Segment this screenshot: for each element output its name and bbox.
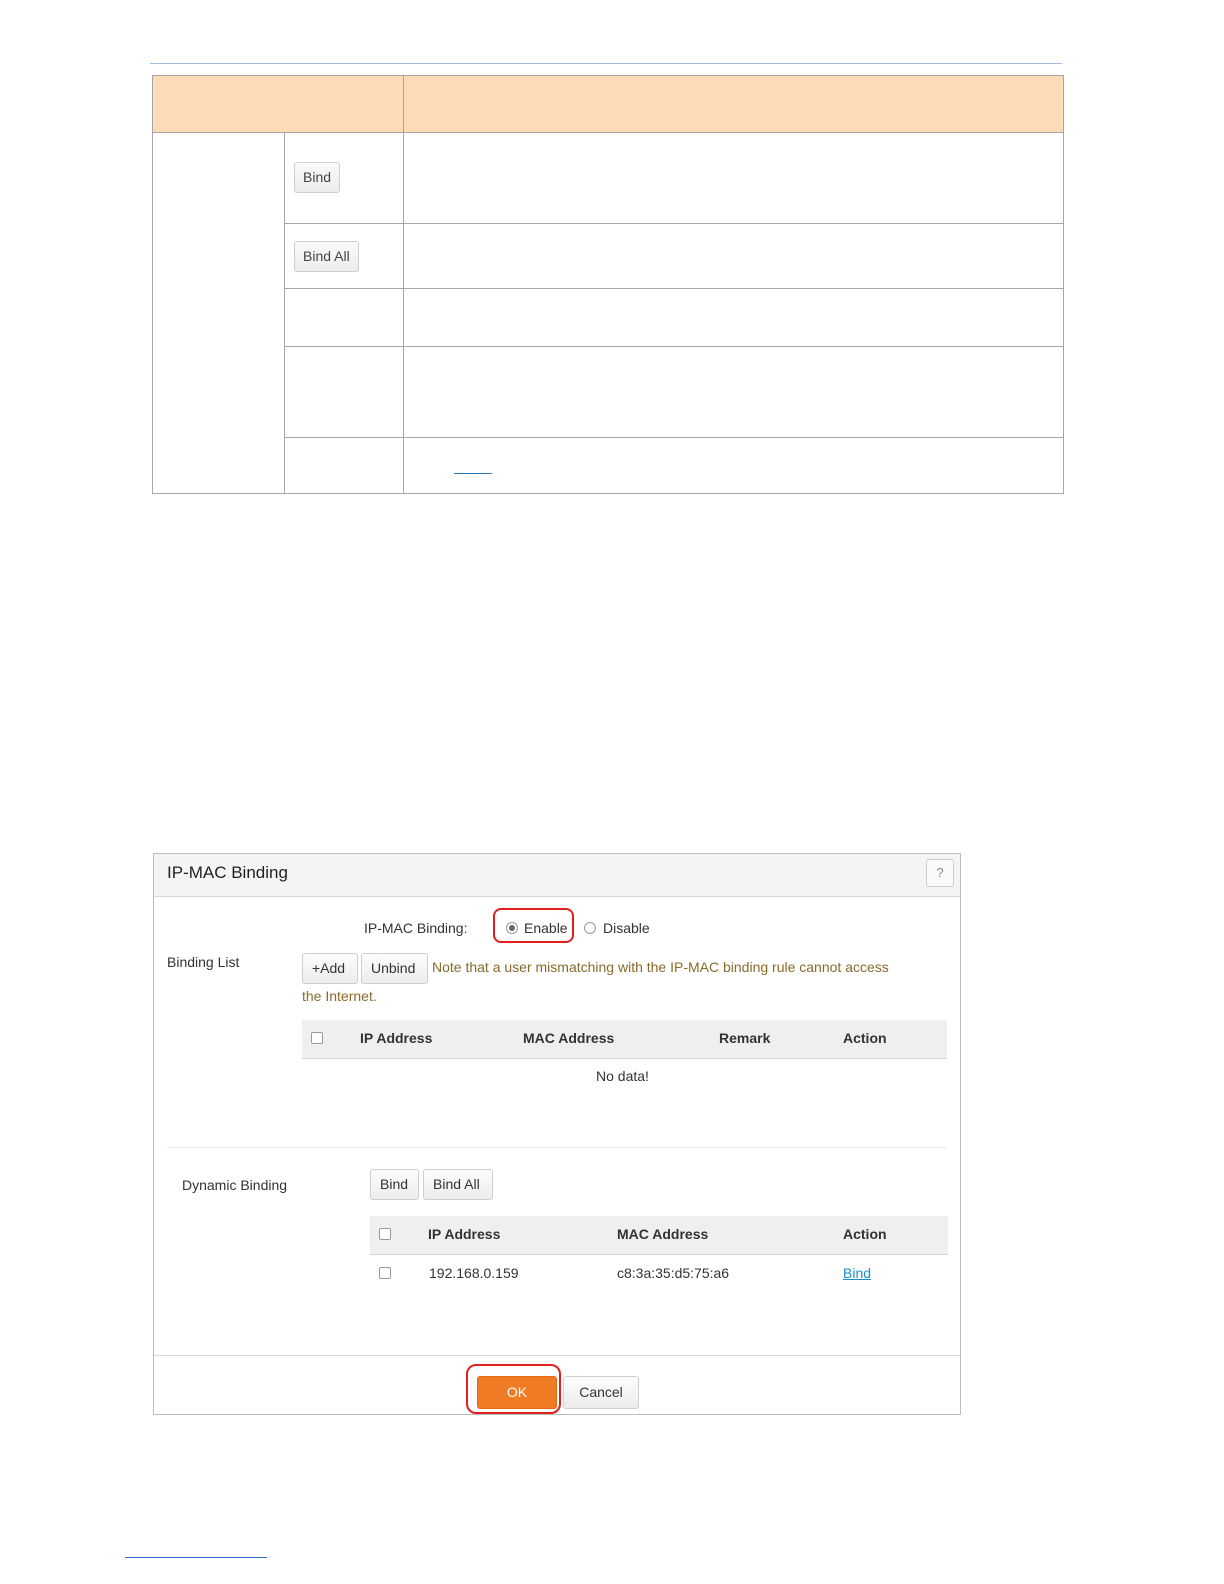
- enable-label: Enable: [524, 920, 568, 936]
- column-header: IP Address: [428, 1226, 501, 1242]
- row-divider: [284, 437, 1063, 438]
- column-header: MAC Address: [617, 1226, 709, 1242]
- column-header: Action: [843, 1030, 887, 1046]
- dynamic-table-header: IP Address MAC Address Action: [370, 1216, 948, 1255]
- footer-divider: [154, 1355, 960, 1356]
- binding-list-label: Binding List: [167, 954, 240, 970]
- row-divider: [284, 223, 1063, 224]
- select-all-checkbox[interactable]: [379, 1228, 391, 1240]
- select-all-checkbox[interactable]: [311, 1032, 323, 1044]
- bind-button[interactable]: Bind: [370, 1169, 419, 1200]
- link-underline: [454, 473, 492, 474]
- ok-button[interactable]: OK: [477, 1376, 557, 1409]
- ip-mac-binding-dialog: IP-MAC Binding ? IP-MAC Binding: Enable …: [153, 853, 961, 1415]
- empty-table-message: No data!: [596, 1068, 649, 1084]
- enable-radio[interactable]: [506, 922, 518, 934]
- add-button[interactable]: +Add: [302, 953, 358, 984]
- bind-all-button[interactable]: Bind All: [423, 1169, 493, 1200]
- unbind-button[interactable]: Unbind: [361, 953, 428, 984]
- page-top-rule: [150, 63, 1062, 64]
- help-button[interactable]: ?: [926, 859, 954, 887]
- dynamic-binding-label: Dynamic Binding: [182, 1177, 288, 1193]
- footer-link-underline: [125, 1557, 267, 1558]
- dialog-title: IP-MAC Binding: [167, 863, 288, 882]
- dialog-header: IP-MAC Binding ?: [154, 854, 960, 897]
- binding-list-table-header: IP Address MAC Address Remark Action: [302, 1020, 947, 1059]
- header-divider: [403, 76, 404, 133]
- column-header: IP Address: [360, 1030, 433, 1046]
- column-header: Action: [843, 1226, 887, 1242]
- row-bind-link[interactable]: Bind: [843, 1265, 871, 1281]
- disable-radio[interactable]: [584, 922, 596, 934]
- cancel-button[interactable]: Cancel: [563, 1376, 639, 1409]
- column-divider: [284, 133, 285, 494]
- description-table: Bind Bind All: [152, 75, 1064, 494]
- binding-note-line2: the Internet.: [302, 988, 377, 1004]
- section-divider: [167, 1147, 947, 1148]
- row-divider: [284, 288, 1063, 289]
- column-header: MAC Address: [523, 1030, 615, 1046]
- column-divider: [403, 133, 404, 494]
- doc-bind-button: Bind: [294, 162, 341, 193]
- row-ip-address: 192.168.0.159: [429, 1265, 519, 1281]
- ip-mac-binding-label: IP-MAC Binding:: [364, 920, 468, 936]
- row-checkbox[interactable]: [379, 1267, 391, 1279]
- doc-bind-all-button: Bind All: [294, 241, 359, 272]
- row-mac-address: c8:3a:35:d5:75:a6: [617, 1265, 730, 1281]
- column-header: Remark: [719, 1030, 771, 1046]
- row-divider: [284, 346, 1063, 347]
- disable-label: Disable: [603, 920, 650, 936]
- binding-note-line1: Note that a user mismatching with the IP…: [432, 959, 889, 975]
- table-header-row: [153, 76, 1063, 133]
